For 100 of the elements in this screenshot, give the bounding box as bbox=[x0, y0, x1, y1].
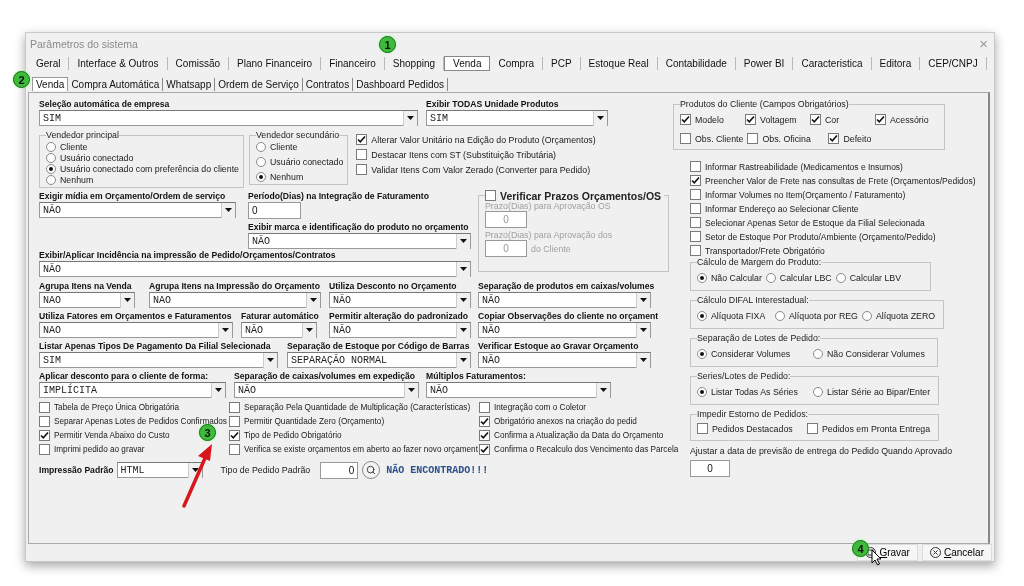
caret-icon bbox=[310, 298, 317, 303]
radio-button[interactable] bbox=[697, 272, 707, 283]
radio-button[interactable] bbox=[697, 386, 707, 397]
checkbox[interactable] bbox=[745, 114, 756, 126]
checkbox[interactable] bbox=[356, 134, 368, 146]
radio-button[interactable] bbox=[861, 310, 872, 321]
checkbox[interactable] bbox=[229, 430, 240, 442]
checkbox[interactable] bbox=[479, 430, 490, 442]
tab[interactable]: Compra bbox=[490, 57, 544, 71]
radio-button[interactable] bbox=[256, 171, 266, 182]
dropdown[interactable]: NÃO bbox=[39, 261, 471, 278]
checkbox[interactable] bbox=[680, 114, 691, 126]
checkbox[interactable] bbox=[875, 114, 886, 126]
search-button[interactable] bbox=[362, 461, 381, 480]
tab[interactable]: Interface & Outros bbox=[69, 57, 168, 71]
dropdown[interactable]: NÃO bbox=[478, 322, 651, 339]
checkbox[interactable] bbox=[690, 175, 701, 187]
checkbox[interactable] bbox=[828, 133, 840, 145]
checkbox[interactable] bbox=[229, 416, 240, 428]
radio-button[interactable] bbox=[46, 163, 56, 174]
checkbox[interactable] bbox=[39, 402, 50, 414]
dropdown[interactable]: SIM bbox=[39, 110, 418, 127]
tab[interactable]: PCP bbox=[543, 57, 581, 71]
dropdown[interactable]: NAO bbox=[39, 322, 233, 339]
checkbox[interactable] bbox=[747, 133, 759, 145]
field-label: do Cliente bbox=[531, 243, 571, 254]
checkbox[interactable] bbox=[690, 217, 701, 229]
checkbox[interactable] bbox=[479, 444, 490, 456]
checkbox[interactable] bbox=[690, 189, 701, 201]
checkbox[interactable] bbox=[690, 203, 701, 215]
radio-button[interactable] bbox=[835, 272, 846, 283]
checkbox[interactable] bbox=[690, 231, 701, 243]
checkbox[interactable] bbox=[39, 416, 50, 428]
input-field[interactable]: 0 bbox=[690, 460, 730, 478]
tab[interactable]: Plano Financeiro bbox=[229, 57, 322, 71]
radio-button[interactable] bbox=[813, 386, 823, 397]
dropdown[interactable]: NÃO bbox=[478, 352, 651, 369]
tab[interactable]: Dashboard Pedidos bbox=[353, 77, 449, 91]
dropdown[interactable]: NÃO bbox=[248, 233, 471, 250]
dropdown[interactable]: NÃO bbox=[234, 382, 419, 399]
tab[interactable]: Venda bbox=[444, 56, 491, 72]
checkbox[interactable] bbox=[356, 149, 368, 161]
dropdown[interactable]: NÃO bbox=[39, 202, 236, 219]
radio-button[interactable] bbox=[765, 272, 776, 283]
dropdown[interactable]: NAO bbox=[149, 292, 321, 309]
tab[interactable]: Financeiro bbox=[321, 57, 385, 71]
checkbox[interactable] bbox=[680, 133, 691, 145]
tab[interactable]: Geral bbox=[28, 57, 70, 71]
radio-label: Usuário conectado bbox=[270, 156, 344, 167]
checkbox[interactable] bbox=[479, 416, 490, 428]
checkbox[interactable] bbox=[229, 402, 240, 414]
tab[interactable]: Venda bbox=[32, 77, 69, 92]
checkbox[interactable] bbox=[39, 444, 50, 456]
input-field[interactable]: 0 bbox=[320, 461, 359, 479]
dropdown[interactable]: NÃO bbox=[426, 382, 611, 399]
dropdown[interactable]: NÃO bbox=[329, 292, 471, 309]
checkbox[interactable] bbox=[807, 423, 818, 435]
radio-button[interactable] bbox=[256, 156, 266, 167]
tab[interactable]: Contratos bbox=[302, 77, 354, 91]
tab[interactable]: Caracteristica bbox=[793, 57, 872, 71]
checkbox[interactable] bbox=[485, 190, 496, 202]
radio-button[interactable] bbox=[775, 310, 785, 321]
caret-icon bbox=[460, 239, 467, 244]
radio-button[interactable] bbox=[813, 348, 823, 359]
checkbox[interactable] bbox=[690, 245, 701, 257]
tab[interactable]: Power BI bbox=[735, 57, 794, 71]
checkbox[interactable] bbox=[39, 430, 50, 442]
tab[interactable]: Compra Automática bbox=[68, 77, 164, 91]
checkbox[interactable] bbox=[697, 423, 708, 435]
tab[interactable]: Ordem de Serviço bbox=[215, 77, 303, 91]
tab[interactable]: CEP/CNPJ bbox=[920, 57, 987, 71]
tab[interactable]: Whatsapp bbox=[163, 77, 216, 91]
checkbox[interactable] bbox=[690, 161, 701, 173]
radio-button[interactable] bbox=[697, 310, 707, 321]
dropdown[interactable]: IMPLÍCITA bbox=[39, 382, 226, 399]
checkbox[interactable] bbox=[810, 114, 821, 126]
tab[interactable]: Contabilidade bbox=[657, 57, 736, 71]
radio-button[interactable] bbox=[46, 174, 56, 185]
checkbox[interactable] bbox=[229, 444, 240, 456]
checkbox[interactable] bbox=[356, 164, 368, 176]
dropdown[interactable]: SIM bbox=[426, 110, 608, 127]
tab[interactable]: Estoque Real bbox=[580, 57, 658, 71]
radio-button[interactable] bbox=[46, 141, 56, 152]
cancel-button[interactable]: Cancelar bbox=[921, 544, 992, 561]
dropdown[interactable]: SEPARAÇÃO NORMAL bbox=[287, 352, 471, 369]
dropdown[interactable]: HTML bbox=[116, 462, 203, 479]
radio-button[interactable] bbox=[46, 152, 56, 163]
dropdown[interactable]: SIM bbox=[39, 352, 278, 369]
field-label: Listar Apenas Tipos De Pagamento Da Filial Selecionada bbox=[39, 340, 272, 353]
radio-button[interactable] bbox=[256, 141, 266, 152]
dropdown[interactable]: NAO bbox=[39, 292, 135, 309]
tab[interactable]: Comissão bbox=[167, 57, 230, 71]
checkbox[interactable] bbox=[479, 402, 490, 414]
caret-icon bbox=[222, 328, 229, 333]
tab[interactable]: Editora bbox=[871, 57, 921, 71]
input-field[interactable]: 0 bbox=[248, 202, 301, 220]
radio-button[interactable] bbox=[697, 348, 707, 359]
dropdown[interactable]: NÃO bbox=[241, 322, 317, 339]
dropdown[interactable]: NÃO bbox=[329, 322, 471, 339]
dropdown[interactable]: NÃO bbox=[478, 292, 651, 309]
